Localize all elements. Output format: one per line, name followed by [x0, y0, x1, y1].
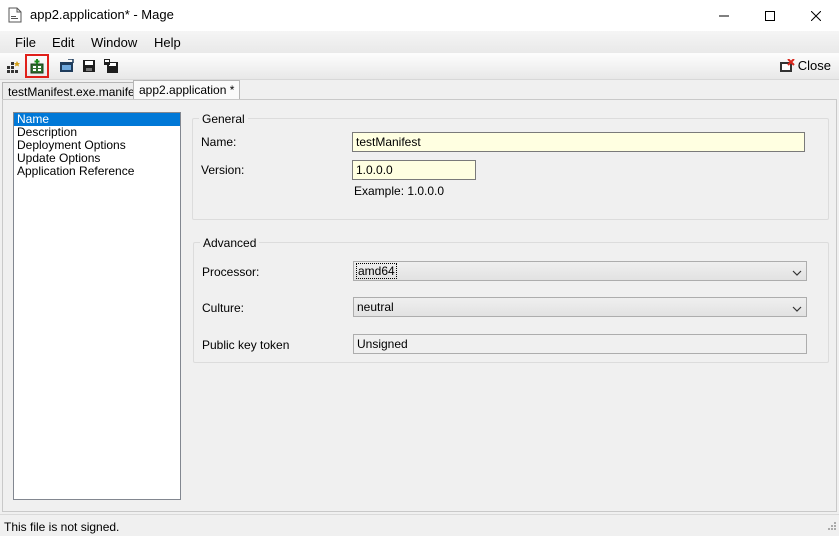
document-icon [8, 7, 22, 23]
menu-file[interactable]: File [15, 35, 36, 50]
open-icon[interactable] [57, 56, 77, 76]
nav-item-application-reference[interactable]: Application Reference [14, 165, 180, 178]
culture-value: neutral [357, 300, 394, 314]
menu-bar: File Edit Window Help [0, 31, 839, 53]
status-bar: This file is not signed. [0, 514, 839, 536]
save-as-icon[interactable] [101, 56, 121, 76]
advanced-legend: Advanced [200, 236, 260, 250]
version-label: Version: [201, 163, 245, 177]
close-window-button[interactable] [793, 0, 839, 31]
version-example: Example: 1.0.0.0 [354, 184, 445, 198]
culture-select[interactable]: neutral [353, 297, 807, 317]
save-icon[interactable] [79, 56, 99, 76]
public-key-token-label: Public key token [202, 338, 290, 352]
advanced-group: Advanced Processor: amd64 Culture: neutr… [193, 236, 829, 363]
maximize-button[interactable] [747, 0, 793, 31]
new-manifest-icon[interactable] [3, 56, 23, 76]
toolbar: Close [0, 53, 839, 80]
status-text: This file is not signed. [4, 520, 120, 534]
version-field[interactable]: 1.0.0.0 [352, 160, 476, 180]
processor-select[interactable]: amd64 [353, 261, 807, 281]
minimize-button[interactable] [701, 0, 747, 31]
tab-app2-application[interactable]: app2.application * [133, 80, 241, 101]
culture-label: Culture: [202, 301, 245, 315]
title-bar: app2.application* - Mage [0, 0, 839, 31]
close-document-button[interactable]: Close [779, 58, 831, 73]
general-legend: General [199, 112, 248, 126]
processor-label: Processor: [202, 265, 260, 279]
general-group: General Name: testManifest Version: 1.0.… [192, 112, 829, 220]
new-application-manifest-icon[interactable] [25, 54, 49, 78]
window-title: app2.application* - Mage [30, 7, 174, 22]
tab-testmanifest[interactable]: testManifest.exe.manifest [2, 82, 151, 100]
nav-list[interactable]: Name Description Deployment Options Upda… [13, 112, 181, 500]
menu-help[interactable]: Help [154, 35, 181, 50]
name-label: Name: [201, 135, 237, 149]
menu-window[interactable]: Window [91, 35, 137, 50]
main-panel: Name Description Deployment Options Upda… [2, 99, 837, 512]
name-field[interactable]: testManifest [352, 132, 805, 152]
chevron-down-icon [792, 302, 802, 316]
close-document-icon [779, 58, 795, 72]
menu-edit[interactable]: Edit [52, 35, 74, 50]
resize-grip-icon[interactable] [827, 520, 837, 534]
processor-value: amd64 [356, 263, 397, 279]
public-key-token-field: Unsigned [353, 334, 807, 354]
tab-bar: testManifest.exe.manifest app2.applicati… [0, 80, 839, 101]
chevron-down-icon [792, 266, 802, 280]
close-label: Close [797, 58, 831, 73]
